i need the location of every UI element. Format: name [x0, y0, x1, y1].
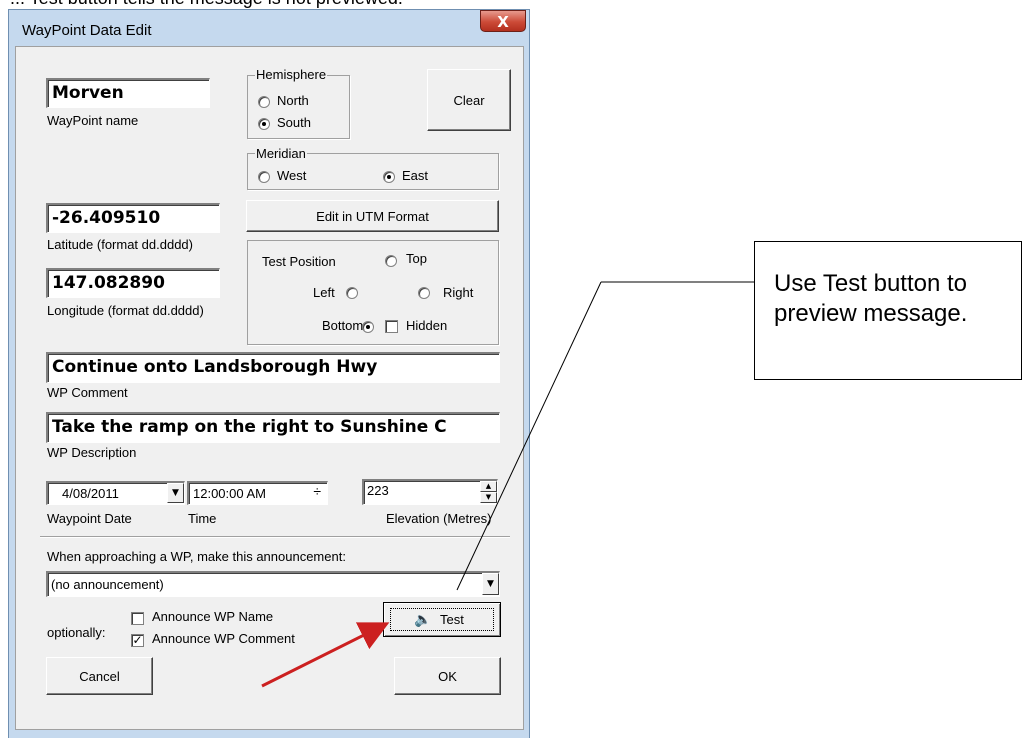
callout-leader-diagonal	[456, 281, 602, 591]
annotation-overlay	[261, 281, 754, 688]
red-pointer-arrow	[261, 622, 390, 688]
